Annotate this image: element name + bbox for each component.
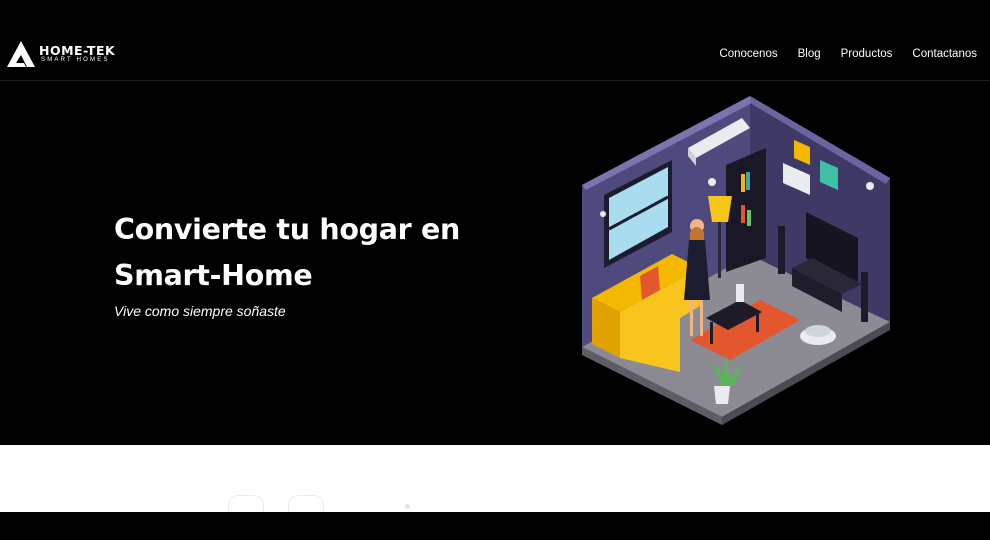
home-tek-logo-icon [7, 41, 35, 67]
hero-section: Convierte tu hogar en Smart-Home Vive co… [0, 81, 990, 445]
brand-tagline: SMART HOMES [41, 57, 110, 63]
nav-link-productos[interactable]: Productos [841, 48, 893, 60]
next-section [0, 445, 990, 516]
smart-home-illustration [582, 96, 890, 425]
decorative-dot [405, 504, 410, 509]
hero-title: Convierte tu hogar en Smart-Home [114, 213, 461, 292]
nav-link-blog[interactable]: Blog [798, 48, 821, 60]
logo[interactable]: HOME-TEK SMART HOMES [7, 41, 115, 67]
top-navbar: HOME-TEK SMART HOMES Conocenos Blog Prod… [0, 0, 990, 81]
hero-subtitle: Vive como siempre soñaste [114, 303, 286, 319]
nav-link-contactanos[interactable]: Contactanos [912, 48, 977, 60]
brand-name: HOME-TEK [39, 43, 116, 58]
nav-link-conocenos[interactable]: Conocenos [719, 48, 777, 60]
main-menu: Conocenos Blog Productos Contactanos [719, 48, 977, 60]
bottom-bar [0, 512, 990, 540]
